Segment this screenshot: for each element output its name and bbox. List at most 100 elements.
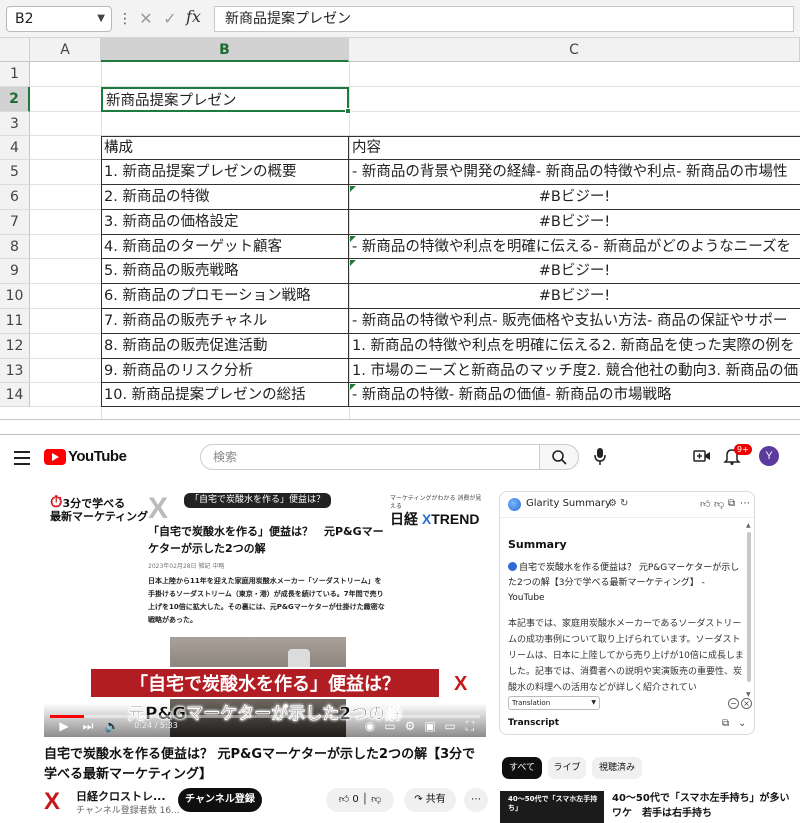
table-cell-b7[interactable]: 3. 新商品の価格設定 <box>101 210 349 235</box>
chip-live[interactable]: ライブ <box>548 757 586 779</box>
microphone-icon[interactable] <box>588 445 612 469</box>
translation-select[interactable]: Translation ▼ <box>508 696 600 710</box>
avatar[interactable]: Y <box>759 446 779 466</box>
subscribe-button[interactable]: チャンネル登録 <box>178 788 262 812</box>
close-icon[interactable]: × <box>741 698 752 709</box>
chevron-down-icon[interactable]: ▼ <box>97 7 105 31</box>
menu-icon[interactable] <box>14 451 30 469</box>
table-cell-c8[interactable]: - 新商品の特徴や利点を明確に伝える- 新商品がどのようなニーズを <box>349 235 800 259</box>
globe-icon <box>508 562 517 571</box>
theater-icon[interactable]: ▭ <box>442 717 458 735</box>
formula-input[interactable]: 新商品提案プレゼン <box>214 6 794 32</box>
youtube-logo[interactable]: YouTube <box>44 448 127 465</box>
more-options-button[interactable]: ⋯ <box>464 788 488 812</box>
table-cell-b11[interactable]: 7. 新商品の販売チャネル <box>101 309 349 334</box>
cell-b2[interactable]: 新商品提案プレゼン <box>101 87 349 112</box>
row-header-9[interactable]: 9 <box>0 259 30 284</box>
table-cell-c10[interactable]: #Bビジー! <box>349 284 800 309</box>
insert-function-icon[interactable]: fx <box>186 7 201 26</box>
name-box[interactable]: B2 ▼ <box>6 6 112 32</box>
thumbs-down-icon[interactable]: 👎︎ <box>714 498 724 510</box>
next-icon[interactable]: ⏭ <box>80 717 96 735</box>
error-indicator-icon <box>350 186 356 192</box>
transcript-label[interactable]: Transcript <box>508 718 559 728</box>
table-cell-c5[interactable]: - 新商品の背景や開発の経緯- 新商品の特徴や利点- 新商品の市場性 <box>349 160 800 185</box>
thumbs-up-icon[interactable]: 👍︎ <box>700 498 710 510</box>
captions-icon[interactable]: ▭ <box>382 717 398 735</box>
chevron-down-icon: ▼ <box>591 699 596 706</box>
fullscreen-icon[interactable]: ⛶ <box>462 717 478 735</box>
table-cell-b8[interactable]: 4. 新商品のターゲット顧客 <box>101 235 349 259</box>
cancel-icon[interactable]: ✕ <box>136 8 156 30</box>
table-cell-c11[interactable]: - 新商品の特徴や利点- 販売価格や支払い方法- 商品の保証やサポー <box>349 309 800 334</box>
table-cell-c13[interactable]: 1. 市場のニーズと新商品のマッチ度2. 競合他社の動向3. 新商品の価 <box>349 359 800 383</box>
recommended-thumbnail[interactable]: 40〜50代で「スマホ左手持ち」 <box>500 791 604 823</box>
row-header-13[interactable]: 13 <box>0 359 30 383</box>
column-header-c[interactable]: C <box>349 38 800 62</box>
table-cell-b10[interactable]: 6. 新商品のプロモーション戦略 <box>101 284 349 309</box>
table-cell-b6[interactable]: 2. 新商品の特徴 <box>101 185 349 210</box>
search-input[interactable]: 検索 <box>200 444 540 470</box>
volume-icon[interactable]: 🔈 <box>104 717 120 735</box>
table-cell-b14[interactable]: 10. 新商品提案プレゼンの総括 <box>101 383 349 407</box>
column-header-b[interactable]: B <box>101 38 349 62</box>
table-cell-b5[interactable]: 1. 新商品提案プレゼンの概要 <box>101 160 349 185</box>
summary-link[interactable]: 自宅で炭酸水を作る便益は？ 元P&Gマーケターが示した2つの解【3分で学べる最新… <box>508 561 744 606</box>
channel-name[interactable]: 日経クロストレ... <box>76 788 166 804</box>
table-cell-c6[interactable]: #Bビジー! <box>349 185 800 210</box>
table-cell-b13[interactable]: 9. 新商品のリスク分析 <box>101 359 349 383</box>
row-header-5[interactable]: 5 <box>0 160 30 185</box>
miniplayer-icon[interactable]: ▣ <box>422 717 438 735</box>
row-header-6[interactable]: 6 <box>0 185 30 210</box>
minus-icon[interactable]: − <box>728 698 739 709</box>
select-all-corner[interactable] <box>0 38 30 62</box>
row-header-3[interactable]: 3 <box>0 112 30 136</box>
more-vertical-icon[interactable]: ⋮ <box>118 8 132 30</box>
row-header-12[interactable]: 12 <box>0 334 30 359</box>
enter-check-icon[interactable]: ✓ <box>160 8 180 30</box>
share-button[interactable]: ↷ 共有 <box>404 788 456 812</box>
more-icon[interactable]: ⋯ <box>740 498 750 509</box>
recommended-title[interactable]: 40〜50代で「スマホ左手持ち」が多いワケ 若手は右手持ち <box>612 791 792 821</box>
thumbs-down-icon[interactable]: 👎︎ <box>371 794 381 805</box>
row-header-2[interactable]: 2 <box>0 87 30 112</box>
row-header-11[interactable]: 11 <box>0 309 30 334</box>
channel-logo[interactable]: X <box>44 790 68 814</box>
create-video-icon[interactable] <box>692 447 712 467</box>
table-cell-c7[interactable]: #Bビジー! <box>349 210 800 235</box>
settings-icon[interactable]: ⚙ <box>608 498 617 509</box>
search-button[interactable] <box>539 444 579 470</box>
like-dislike-button[interactable]: 👍︎ 0 │ 👎︎ <box>326 788 394 812</box>
chip-watched[interactable]: 視聴済み <box>592 757 642 779</box>
table-cell-b9[interactable]: 5. 新商品の販売戦略 <box>101 259 349 284</box>
table-cell-c12[interactable]: 1. 新商品の特徴や利点を明確に伝える2. 新商品を使った実際の例を <box>349 334 800 359</box>
table-cell-c14[interactable]: - 新商品の特徴- 新商品の価値- 新商品の市場戦略 <box>349 383 800 407</box>
video-article-title: 「自宅で炭酸水を作る」便益は？ 元P&Gマーケターが示した2つの解 <box>148 525 384 555</box>
scrollbar[interactable]: ▲ ▼ <box>746 522 752 698</box>
chip-all[interactable]: すべて <box>502 757 542 779</box>
summary-paragraph: 本記事では、家庭用炭酸水メーカーであるソーダストリームの成功事例について取り上げ… <box>508 619 744 693</box>
table-cell-c4[interactable]: 内容 <box>349 136 800 160</box>
video-player[interactable]: ⏱3分で学べる 最新マーケティング X 「自宅で炭酸水を作る」便益は？ マーケティ… <box>44 489 486 737</box>
time-display: 0:24 / 5:33 <box>134 721 178 730</box>
row-header-4[interactable]: 4 <box>0 136 30 160</box>
settings-icon[interactable]: ⚙ <box>402 717 418 735</box>
thumbs-up-icon[interactable]: 👍︎ <box>339 794 349 805</box>
chevron-down-icon[interactable]: ⌄ <box>738 718 746 729</box>
fill-handle[interactable] <box>345 108 351 114</box>
table-cell-b4[interactable]: 構成 <box>101 136 349 160</box>
row-header-7[interactable]: 7 <box>0 210 30 235</box>
error-indicator-icon <box>350 236 356 242</box>
row-header-10[interactable]: 10 <box>0 284 30 309</box>
row-header-8[interactable]: 8 <box>0 235 30 259</box>
autoplay-icon[interactable]: ◉ <box>362 717 378 735</box>
copy-icon[interactable]: ⧉ <box>722 718 729 729</box>
row-header-14[interactable]: 14 <box>0 383 30 407</box>
column-header-a[interactable]: A <box>30 38 101 62</box>
play-icon[interactable]: ▶ <box>56 717 72 735</box>
refresh-icon[interactable]: ↻ <box>620 498 628 509</box>
row-header-1[interactable]: 1 <box>0 62 30 87</box>
copy-icon[interactable]: ⧉ <box>728 498 735 509</box>
table-cell-c9[interactable]: #Bビジー! <box>349 259 800 284</box>
table-cell-b12[interactable]: 8. 新商品の販売促進活動 <box>101 334 349 359</box>
